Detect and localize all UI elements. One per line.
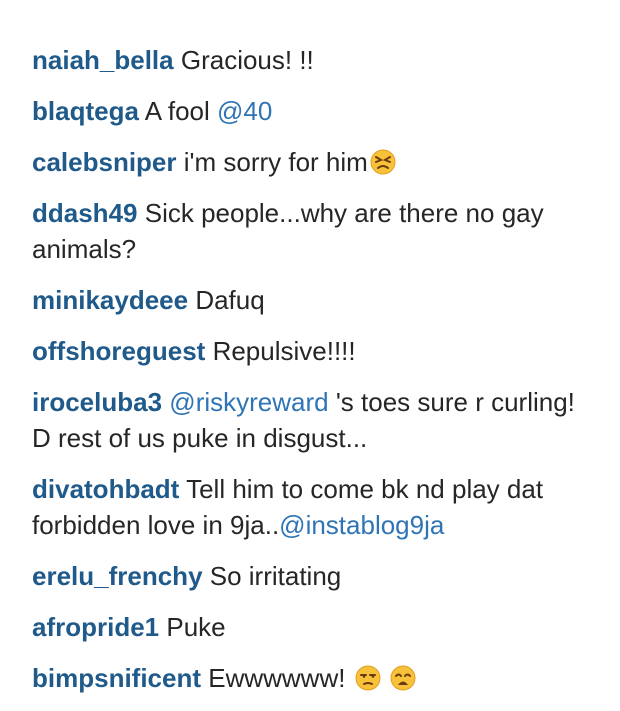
comment-mention[interactable]: @40 — [217, 96, 272, 126]
comment-username[interactable]: minikaydeee — [32, 285, 188, 315]
comment-item: offshoreguest Repulsive!!!! — [32, 333, 592, 369]
comment-item: divatohbadt Tell him to come bk nd play … — [32, 471, 592, 543]
comment-item: ddash49 Sick people...why are there no g… — [32, 195, 592, 267]
comment-username[interactable]: ddash49 — [32, 198, 138, 228]
comment-text: Gracious! !! — [173, 45, 314, 75]
comment-item: afropride1 Puke — [32, 609, 592, 645]
comment-username[interactable]: bimpsnificent — [32, 663, 201, 693]
comment-item: bimpsnificent Ewwwwww! — [32, 660, 592, 696]
comment-username[interactable]: divatohbadt — [32, 474, 179, 504]
comment-username[interactable]: erelu_frenchy — [32, 561, 203, 591]
comment-item: naiah_bella Gracious! !! — [32, 42, 592, 78]
comment-text: Repulsive!!!! — [205, 336, 356, 366]
comment-username[interactable]: blaqtega — [32, 96, 139, 126]
comment-item: iroceluba3 @riskyreward 's toes sure r c… — [32, 384, 592, 456]
comment-item: blaqtega A fool @40 — [32, 93, 592, 129]
comment-text: So irritating — [202, 561, 342, 591]
comment-item: calebsniper i'm sorry for him — [32, 144, 592, 180]
comment-username[interactable]: offshoreguest — [32, 336, 205, 366]
comment-item: erelu_frenchy So irritating — [32, 558, 592, 594]
comment-item: minikaydeee Dafuq — [32, 282, 592, 318]
comment-list: naiah_bella Gracious! !! blaqtega A fool… — [32, 42, 592, 711]
comment-username[interactable]: iroceluba3 — [32, 387, 162, 417]
comment-username[interactable]: calebsniper — [32, 147, 177, 177]
comment-text: Dafuq — [188, 285, 265, 315]
comment-text: A fool — [138, 96, 217, 126]
comment-text: Ewwwwww! — [201, 663, 353, 693]
unamused-face-emoji-icon — [355, 665, 381, 691]
comment-text: Puke — [159, 612, 226, 642]
comment-username[interactable]: naiah_bella — [32, 45, 174, 75]
weary-face-emoji-icon — [390, 665, 416, 691]
comment-username[interactable]: afropride1 — [32, 612, 159, 642]
comment-mention[interactable]: @riskyreward — [169, 387, 328, 417]
persevering-face-emoji-icon — [370, 149, 396, 175]
comment-mention[interactable]: @instablog9ja — [279, 510, 444, 540]
comment-text: i'm sorry for him — [176, 147, 368, 177]
